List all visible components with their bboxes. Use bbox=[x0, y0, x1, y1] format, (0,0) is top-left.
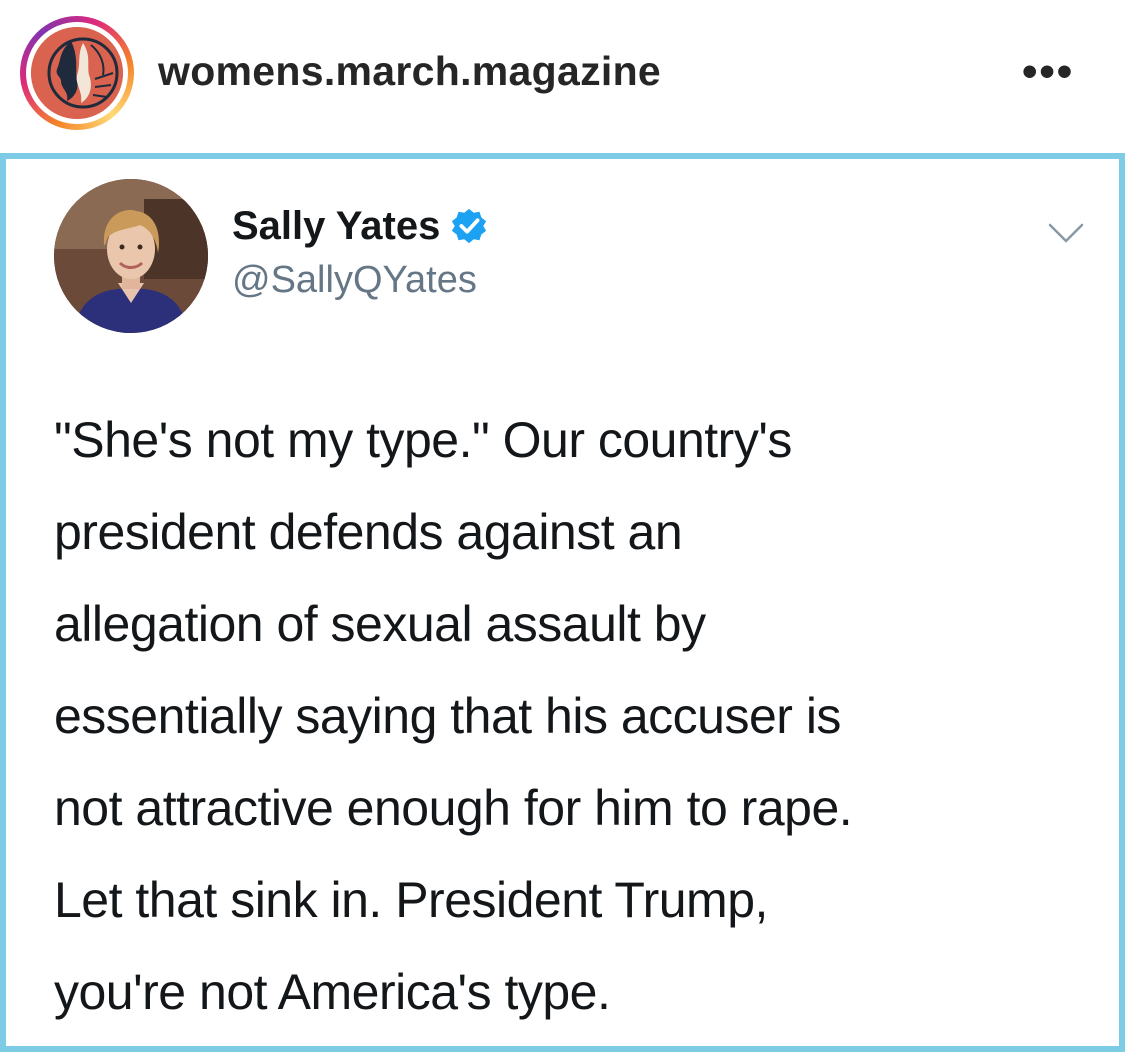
chevron-down-icon[interactable] bbox=[1046, 221, 1086, 245]
tweet-author-name[interactable]: Sally Yates bbox=[232, 204, 440, 249]
tweet-text-line: allegation of sexual assault by bbox=[54, 596, 706, 652]
instagram-post-header: womens.march.magazine ••• bbox=[0, 0, 1125, 150]
tweet-text-line: president defends against an bbox=[54, 504, 683, 560]
verified-badge-icon bbox=[452, 208, 487, 244]
avatar-frame bbox=[26, 22, 128, 124]
post-image-tweet-screenshot: Sally Yates @SallyQYates "She's not my t… bbox=[0, 153, 1125, 1052]
tweet-text-line: you're not America's type. bbox=[54, 964, 611, 1020]
tweet-text-line: not attractive enough for him to rape. bbox=[54, 780, 853, 836]
story-ring[interactable] bbox=[20, 16, 134, 130]
instagram-username[interactable]: womens.march.magazine bbox=[158, 48, 661, 95]
tweet-text-line: Let that sink in. President Trump, bbox=[54, 872, 768, 928]
more-options-icon[interactable]: ••• bbox=[1022, 50, 1092, 94]
womens-march-logo-icon bbox=[31, 27, 123, 119]
tweet-author-avatar[interactable] bbox=[54, 179, 208, 333]
tweet-author-row: Sally Yates bbox=[232, 201, 488, 251]
tweet-text-line: "She's not my type." Our country's bbox=[54, 412, 792, 468]
tweet-text-line: essentially saying that his accuser is bbox=[54, 688, 841, 744]
tweet-body-text: "She's not my type." Our country's presi… bbox=[54, 394, 1094, 1038]
tweet-author-handle[interactable]: @SallyQYates bbox=[232, 259, 477, 302]
